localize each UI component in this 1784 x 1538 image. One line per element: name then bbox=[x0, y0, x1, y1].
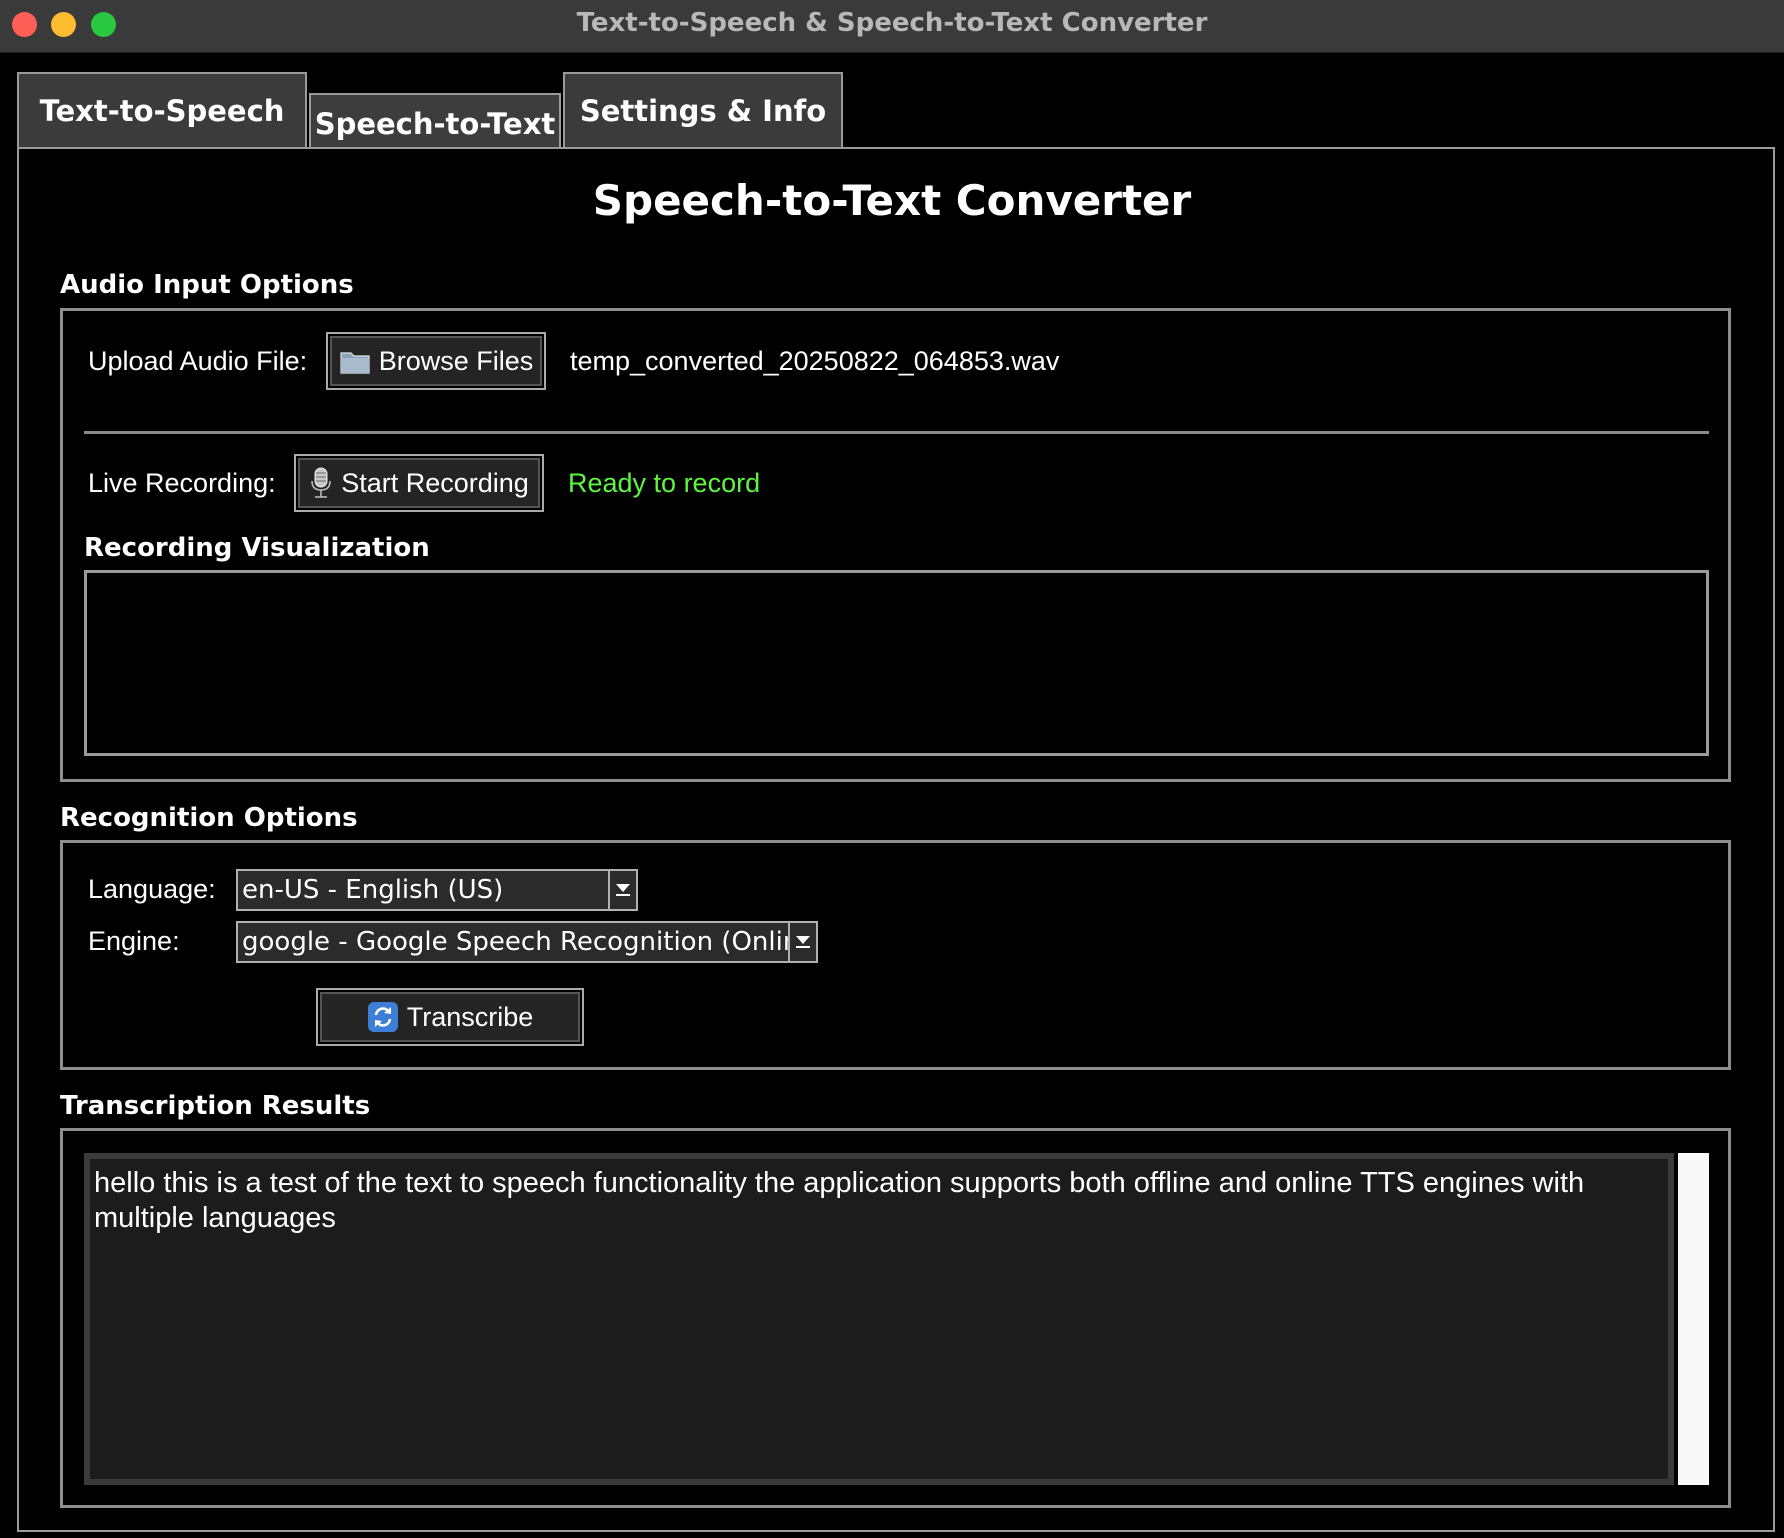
selected-file-name: temp_converted_20250822_064853.wav bbox=[570, 346, 1060, 376]
recording-visualization-label: Recording Visualization bbox=[84, 533, 430, 563]
start-recording-button[interactable]: Start Recording bbox=[294, 454, 544, 512]
language-dropdown-arrow[interactable] bbox=[610, 869, 638, 911]
transcription-results-label: Transcription Results bbox=[60, 1091, 371, 1121]
transcribe-label: Transcribe bbox=[406, 1001, 534, 1032]
language-label: Language: bbox=[88, 874, 216, 904]
chevron-down-icon bbox=[794, 931, 812, 954]
language-select-value[interactable]: en-US - English (US) bbox=[236, 869, 610, 911]
transcribe-button[interactable]: Transcribe bbox=[316, 988, 584, 1046]
chevron-down-icon bbox=[614, 879, 632, 902]
live-recording-label: Live Recording: bbox=[88, 468, 276, 498]
engine-select-value[interactable]: google - Google Speech Recognition (Onli… bbox=[236, 921, 790, 963]
start-recording-label: Start Recording bbox=[341, 467, 529, 498]
browse-files-button[interactable]: Browse Files bbox=[326, 332, 546, 390]
language-select[interactable]: en-US - English (US) bbox=[236, 869, 638, 911]
section-divider bbox=[84, 431, 1709, 434]
engine-select[interactable]: google - Google Speech Recognition (Onli… bbox=[236, 921, 818, 963]
page-title: Speech-to-Text Converter bbox=[592, 176, 1192, 225]
recording-visualization-canvas bbox=[84, 570, 1709, 756]
transcription-text-area[interactable]: hello this is a test of the text to spee… bbox=[84, 1153, 1674, 1485]
engine-label: Engine: bbox=[88, 926, 180, 956]
microphone-icon bbox=[309, 467, 333, 499]
recognition-section-label: Recognition Options bbox=[60, 803, 358, 833]
browse-files-label: Browse Files bbox=[378, 345, 534, 376]
tab-text-to-speech[interactable]: Text-to-Speech bbox=[17, 72, 307, 148]
tab-settings-info[interactable]: Settings & Info bbox=[563, 72, 843, 148]
title-bar: Text-to-Speech & Speech-to-Text Converte… bbox=[0, 0, 1784, 53]
window-title: Text-to-Speech & Speech-to-Text Converte… bbox=[576, 8, 1208, 38]
tab-speech-to-text[interactable]: Speech-to-Text bbox=[309, 93, 561, 149]
recording-status: Ready to record bbox=[568, 468, 761, 498]
audio-input-section-label: Audio Input Options bbox=[60, 270, 354, 300]
folder-icon bbox=[339, 347, 371, 375]
transcription-scrollbar[interactable] bbox=[1678, 1153, 1709, 1485]
refresh-icon bbox=[367, 1001, 399, 1033]
upload-audio-label: Upload Audio File: bbox=[88, 346, 308, 376]
engine-dropdown-arrow[interactable] bbox=[790, 921, 818, 963]
